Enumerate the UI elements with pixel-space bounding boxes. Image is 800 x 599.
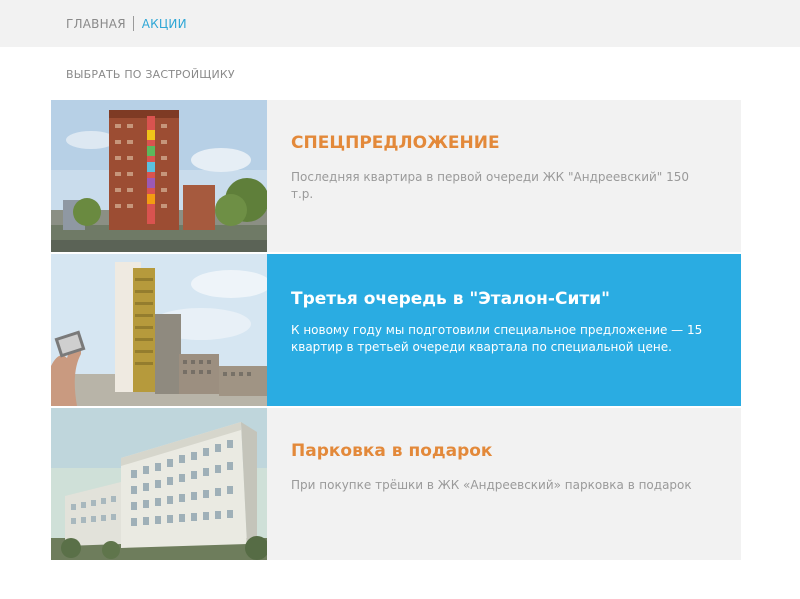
- promo-title[interactable]: Парковка в подарок: [291, 441, 492, 461]
- promo-image[interactable]: [51, 254, 267, 406]
- promo-image[interactable]: [51, 100, 267, 252]
- breadcrumb-bar: ГЛАВНАЯ АКЦИИ: [0, 0, 800, 47]
- building-rendering-image: [51, 254, 267, 406]
- promo-list: СПЕЦПРЕДЛОЖЕНИЕ Последняя квартира в пер…: [51, 100, 741, 562]
- promo-card[interactable]: СПЕЦПРЕДЛОЖЕНИЕ Последняя квартира в пер…: [51, 100, 741, 252]
- promo-description: При покупке трёшки в ЖК «Андреевский» па…: [291, 478, 692, 492]
- promo-description: Последняя квартира в первой очереди ЖК "…: [291, 170, 690, 201]
- promo-card[interactable]: Третья очередь в "Эталон-Сити" К новому …: [51, 254, 741, 406]
- promo-title[interactable]: СПЕЦПРЕДЛОЖЕНИЕ: [291, 133, 500, 153]
- breadcrumb-home-link[interactable]: ГЛАВНАЯ: [66, 17, 126, 31]
- promo-description: К новому году мы подготовили специальное…: [291, 323, 703, 354]
- building-rendering-image: [51, 408, 267, 560]
- breadcrumb-separator: [132, 16, 134, 31]
- building-rendering-image: [51, 100, 267, 252]
- promo-card[interactable]: Парковка в подарок При покупке трёшки в …: [51, 408, 741, 560]
- promo-image[interactable]: [51, 408, 267, 560]
- filter-by-developer-link[interactable]: ВЫБРАТЬ ПО ЗАСТРОЙЩИКУ: [66, 68, 235, 81]
- promo-title[interactable]: Третья очередь в "Эталон-Сити": [291, 289, 610, 309]
- breadcrumb: ГЛАВНАЯ АКЦИИ: [66, 16, 187, 31]
- breadcrumb-current: АКЦИИ: [141, 16, 187, 31]
